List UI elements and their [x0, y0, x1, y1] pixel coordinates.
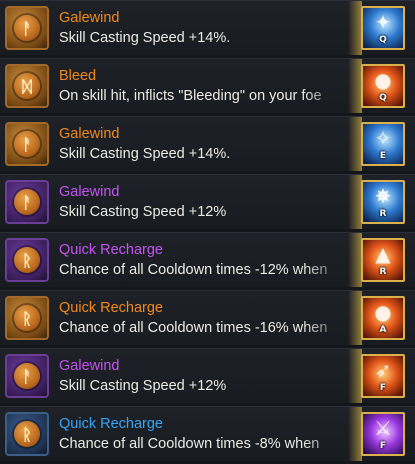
rune-title: Bleed	[59, 68, 97, 84]
rune-icon[interactable]: ᚱ	[5, 296, 49, 340]
slot-glow	[348, 1, 362, 55]
rune-icon[interactable]: ᚨ	[5, 180, 49, 224]
skill-key-label: Q	[379, 35, 387, 45]
skill-key-label: R	[379, 267, 387, 277]
rune-description: Skill Casting Speed +14%.	[59, 30, 231, 46]
rune-icon[interactable]: ᛞ	[5, 64, 49, 108]
slot-glow	[348, 175, 362, 229]
turret-skill-icon[interactable]: ▲ R	[361, 238, 405, 282]
rune-row[interactable]: ᛞ Bleed On skill hit, inflicts "Bleeding…	[0, 58, 415, 113]
skill-key-label: Q	[379, 93, 387, 103]
rune-title: Galewind	[59, 10, 120, 26]
rune-icon[interactable]: ᚨ	[5, 354, 49, 398]
skill-key-label: F	[379, 383, 387, 393]
missile-skill-icon[interactable]: ➶ F	[361, 354, 405, 398]
rune-description: On skill hit, inflicts "Bleeding" on you…	[59, 88, 322, 104]
skill-key-label: F	[379, 441, 387, 451]
rune-icon[interactable]: ᚨ	[5, 6, 49, 50]
wind-blade-skill-icon[interactable]: ✦ Q	[361, 6, 405, 50]
bomb-skill-icon[interactable]: ● A	[361, 296, 405, 340]
slot-glow	[348, 349, 362, 403]
rune-description: Skill Casting Speed +14%.	[59, 146, 231, 162]
slash-skill-icon[interactable]: ⚔ F	[361, 412, 405, 456]
rune-row[interactable]: ᚨ Galewind Skill Casting Speed +12% ➶ F	[0, 348, 415, 403]
slot-glow	[348, 233, 362, 287]
slot-glow	[348, 407, 362, 461]
rune-title: Galewind	[59, 358, 120, 374]
rune-row[interactable]: ᚨ Galewind Skill Casting Speed +12% ✸ R	[0, 174, 415, 229]
rune-row[interactable]: ᚱ Quick Recharge Chance of all Cooldown …	[0, 406, 415, 461]
rune-description: Chance of all Cooldown times -12% when	[59, 262, 328, 278]
grenade-launcher-skill-icon[interactable]: ● Q	[361, 64, 405, 108]
rune-icon[interactable]: ᚨ	[5, 122, 49, 166]
rune-icon[interactable]: ᚱ	[5, 238, 49, 282]
rune-description: Chance of all Cooldown times -8% when	[59, 436, 320, 452]
rune-title: Galewind	[59, 126, 120, 142]
rune-row[interactable]: ᚨ Galewind Skill Casting Speed +14%. ✧ E	[0, 116, 415, 171]
slot-glow	[348, 291, 362, 345]
skill-key-label: A	[379, 325, 387, 335]
rune-row[interactable]: ᚱ Quick Recharge Chance of all Cooldown …	[0, 232, 415, 287]
rune-title: Quick Recharge	[59, 416, 163, 432]
rune-title: Galewind	[59, 184, 120, 200]
slot-glow	[348, 117, 362, 171]
rune-row[interactable]: ᚨ Galewind Skill Casting Speed +14%. ✦ Q	[0, 0, 415, 55]
skill-key-label: R	[379, 209, 387, 219]
rune-title: Quick Recharge	[59, 300, 163, 316]
rune-description: Skill Casting Speed +12%	[59, 204, 227, 220]
rune-list: ᚨ Galewind Skill Casting Speed +14%. ✦ Q …	[0, 0, 415, 464]
rune-description: Chance of all Cooldown times -16% when	[59, 320, 328, 336]
rune-description: Skill Casting Speed +12%	[59, 378, 227, 394]
energy-burst-skill-icon[interactable]: ✸ R	[361, 180, 405, 224]
rune-row[interactable]: ᚱ Quick Recharge Chance of all Cooldown …	[0, 290, 415, 345]
rune-title: Quick Recharge	[59, 242, 163, 258]
rune-icon[interactable]: ᚱ	[5, 412, 49, 456]
skill-key-label: E	[379, 151, 387, 161]
gunslinger-skill-icon[interactable]: ✧ E	[361, 122, 405, 166]
slot-glow	[348, 59, 362, 113]
